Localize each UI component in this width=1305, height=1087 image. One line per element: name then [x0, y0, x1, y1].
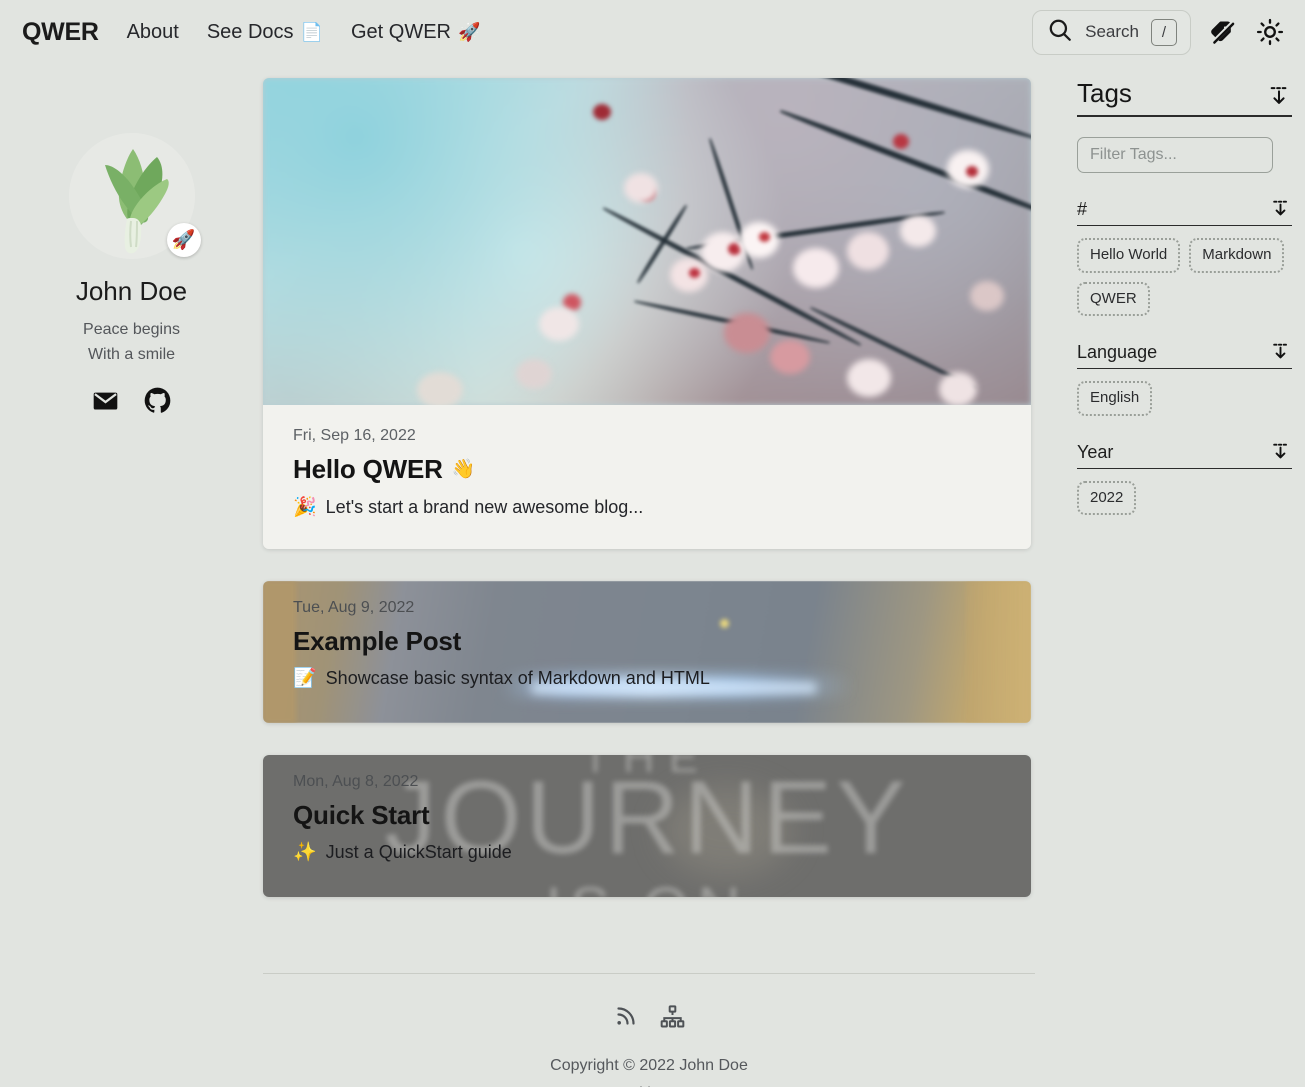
- brand-logo[interactable]: QWER: [22, 18, 99, 47]
- waving-hand-icon: 👋: [452, 460, 475, 479]
- tag-group-header: #: [1077, 197, 1292, 226]
- tag-group-name: #: [1077, 199, 1087, 220]
- tag-group-name: Language: [1077, 342, 1157, 363]
- document-icon: 📄: [301, 23, 323, 41]
- tag-group-language: Language English: [1077, 340, 1292, 416]
- post-date: Tue, Aug 9, 2022: [293, 599, 1001, 617]
- profile-bio: Peace begins With a smile: [83, 318, 180, 368]
- rocket-icon: 🚀: [458, 23, 480, 41]
- post-summary: 📝 Showcase basic syntax of Markdown and …: [293, 668, 1001, 689]
- tag-chip-list: Hello World Markdown QWER: [1077, 238, 1292, 316]
- search-shortcut-key: /: [1151, 19, 1177, 46]
- post-cover-image-cherry-blossom: [263, 78, 1031, 405]
- rss-icon[interactable]: [614, 1004, 638, 1034]
- tag-group-name: Year: [1077, 442, 1113, 463]
- github-icon[interactable]: [144, 387, 171, 414]
- tag-group-hash: # Hello World Markdown QWER: [1077, 197, 1292, 316]
- tag-chip-markdown[interactable]: Markdown: [1189, 238, 1284, 273]
- post-card-quick-start[interactable]: THE JOURNEY IS ON Mon, Aug 8, 2022 Quick…: [263, 755, 1031, 897]
- tag-group-header: Year: [1077, 440, 1292, 469]
- post-title[interactable]: Hello QWER 👋: [293, 454, 1001, 485]
- post-card-example-post[interactable]: Tue, Aug 9, 2022 Example Post 📝 Showcase…: [263, 581, 1031, 723]
- profile-bio-line-1: Peace begins: [83, 318, 180, 343]
- footer-icon-row: [263, 1004, 1035, 1034]
- tag-group-year: Year 2022: [1077, 440, 1292, 516]
- footer-copyright: Copyright © 2022 John Doe: [263, 1052, 1035, 1080]
- nav-item-get-qwer-label: Get QWER: [351, 21, 451, 44]
- nav-item-see-docs[interactable]: See Docs 📄: [207, 21, 323, 44]
- page-layout: 🚀 John Doe Peace begins With a smile: [0, 64, 1305, 1087]
- profile-sidebar: 🚀 John Doe Peace begins With a smile: [0, 78, 263, 414]
- post-title[interactable]: Quick Start: [293, 800, 1001, 831]
- tag-filter-input[interactable]: [1077, 137, 1273, 173]
- tag-chip-list: English: [1077, 381, 1292, 416]
- memo-icon: 📝: [293, 669, 317, 688]
- tag-off-icon[interactable]: [1205, 15, 1239, 49]
- search-label: Search: [1085, 22, 1139, 42]
- collapse-group-icon[interactable]: [1269, 340, 1292, 363]
- rocket-badge-icon: 🚀: [167, 223, 201, 257]
- post-list: Fri, Sep 16, 2022 Hello QWER 👋 🎉 Let's s…: [263, 78, 1031, 929]
- tag-chip-english[interactable]: English: [1077, 381, 1152, 416]
- profile-social-links: [92, 387, 171, 414]
- sun-icon[interactable]: [1253, 15, 1287, 49]
- tags-sidebar: Tags #: [1077, 78, 1292, 515]
- post-title-text: Example Post: [293, 626, 461, 657]
- post-text-block: Tue, Aug 9, 2022 Example Post 📝 Showcase…: [263, 581, 1031, 689]
- nav-item-about[interactable]: About: [127, 21, 179, 44]
- tag-chip-list: 2022: [1077, 481, 1292, 516]
- post-text-block: Fri, Sep 16, 2022 Hello QWER 👋 🎉 Let's s…: [263, 405, 1031, 549]
- tags-panel-header: Tags: [1077, 78, 1292, 117]
- post-text-block: Mon, Aug 8, 2022 Quick Start ✨ Just a Qu…: [263, 755, 1031, 863]
- party-popper-icon: 🎉: [293, 498, 317, 517]
- collapse-group-icon[interactable]: [1269, 440, 1292, 463]
- avatar-wrapper: 🚀: [69, 133, 195, 259]
- search-icon: [1047, 17, 1073, 48]
- post-title[interactable]: Example Post: [293, 626, 1001, 657]
- search-button[interactable]: Search /: [1032, 10, 1191, 55]
- profile-name: John Doe: [76, 276, 187, 307]
- post-card-hello-qwer[interactable]: Fri, Sep 16, 2022 Hello QWER 👋 🎉 Let's s…: [263, 78, 1031, 549]
- tag-group-header: Language: [1077, 340, 1292, 369]
- tag-chip-2022[interactable]: 2022: [1077, 481, 1136, 516]
- profile-bio-line-2: With a smile: [83, 343, 180, 368]
- tags-panel-title: Tags: [1077, 78, 1132, 109]
- email-icon[interactable]: [92, 387, 119, 414]
- post-summary: 🎉 Let's start a brand new awesome blog..…: [293, 497, 1001, 518]
- nav-item-get-qwer[interactable]: Get QWER 🚀: [351, 21, 480, 44]
- post-summary: ✨ Just a QuickStart guide: [293, 842, 1001, 863]
- primary-navigation: QWER About See Docs 📄 Get QWER 🚀: [22, 18, 480, 47]
- site-footer: Copyright © 2022 John Doe Powered by QWE…: [263, 973, 1035, 1087]
- sitemap-icon[interactable]: [660, 1004, 685, 1034]
- post-date: Fri, Sep 16, 2022: [293, 427, 1001, 445]
- post-date: Mon, Aug 8, 2022: [293, 773, 1001, 791]
- post-summary-text: Showcase basic syntax of Markdown and HT…: [326, 668, 710, 689]
- tag-chip-qwer[interactable]: QWER: [1077, 282, 1150, 317]
- footer-powered-by: Powered by QWER: [263, 1080, 1035, 1087]
- post-summary-text: Let's start a brand new awesome blog...: [326, 497, 644, 518]
- nav-item-about-label: About: [127, 21, 179, 44]
- sparkles-icon: ✨: [293, 843, 317, 862]
- collapse-all-icon[interactable]: [1266, 83, 1292, 109]
- site-header: QWER About See Docs 📄 Get QWER 🚀 Search …: [0, 0, 1305, 64]
- post-title-text: Hello QWER: [293, 454, 443, 485]
- nav-item-see-docs-label: See Docs: [207, 21, 294, 44]
- post-summary-text: Just a QuickStart guide: [326, 842, 512, 863]
- post-title-text: Quick Start: [293, 800, 430, 831]
- tag-chip-hello-world[interactable]: Hello World: [1077, 238, 1180, 273]
- header-actions: Search /: [1032, 10, 1287, 55]
- collapse-group-icon[interactable]: [1269, 197, 1292, 220]
- cover-art-line-3: IS ON: [263, 874, 1031, 897]
